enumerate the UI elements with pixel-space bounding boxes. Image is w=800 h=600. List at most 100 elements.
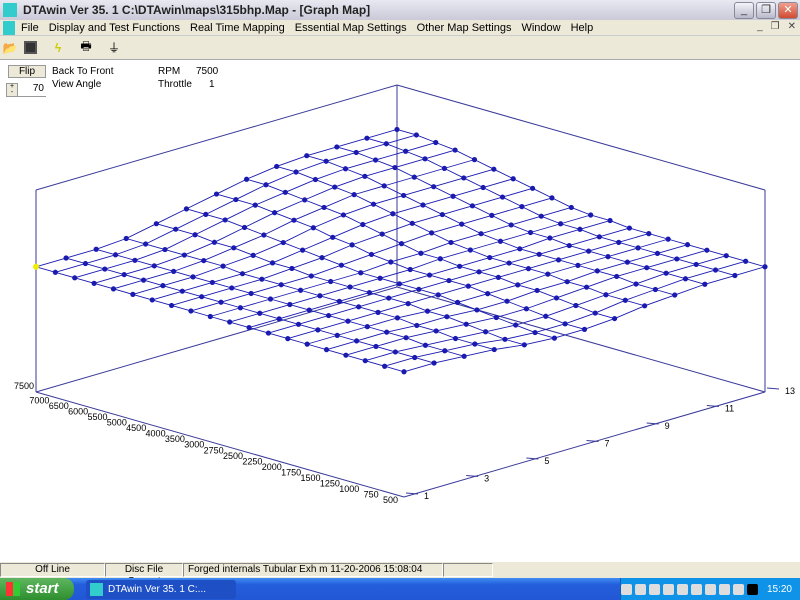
- data-point: [459, 221, 465, 227]
- start-button[interactable]: start: [0, 578, 74, 600]
- data-point: [302, 197, 308, 203]
- data-point: [549, 195, 555, 201]
- data-point: [211, 239, 218, 245]
- data-point: [207, 313, 213, 320]
- data-point: [82, 260, 89, 267]
- data-point: [209, 279, 215, 286]
- data-point: [403, 335, 409, 341]
- messenger-icon[interactable]: [690, 583, 702, 595]
- data-point: [334, 144, 340, 150]
- print-icon[interactable]: 🖶: [77, 39, 95, 57]
- security-icon[interactable]: [676, 583, 688, 595]
- data-point: [437, 256, 443, 262]
- mdi-minimize-button[interactable]: _: [757, 21, 763, 32]
- data-point: [328, 278, 334, 285]
- data-point: [250, 252, 256, 258]
- data-point: [392, 349, 398, 355]
- data-point: [269, 260, 276, 266]
- data-point: [401, 369, 407, 375]
- taskbar-item-dtawin[interactable]: DTAwin Ver 35. 1 C:...: [86, 579, 236, 599]
- rpm-tick-label: 1500: [300, 473, 320, 483]
- network-disconnected-icon[interactable]: [648, 583, 660, 595]
- mesh-line-rpm: [403, 266, 766, 373]
- antivirus-icon[interactable]: [718, 583, 730, 595]
- mesh-line-rpm: [384, 260, 746, 367]
- data-point: [360, 221, 366, 228]
- data-point: [566, 242, 572, 249]
- rpm-value: 7500: [196, 66, 219, 77]
- volume-icon[interactable]: [704, 583, 716, 595]
- data-point: [433, 139, 439, 146]
- data-point: [416, 286, 422, 292]
- surface-plot[interactable]: 500 750 1000125015001750200022502500275030…: [0, 60, 800, 562]
- data-point: [396, 281, 403, 287]
- data-point: [452, 147, 458, 153]
- menu-other-map-settings[interactable]: Other Map Settings: [417, 22, 512, 34]
- display-icon[interactable]: [662, 583, 674, 595]
- data-point: [394, 126, 400, 133]
- rpm-tick-label: 3000: [184, 440, 204, 450]
- data-point: [521, 342, 527, 348]
- status-map-info: Forged internals Tubular Exh m 11-20-200…: [183, 563, 443, 577]
- data-point: [491, 346, 497, 353]
- data-point: [300, 247, 306, 253]
- m-app-icon[interactable]: [746, 583, 758, 595]
- data-point: [229, 285, 235, 291]
- data-point: [231, 245, 237, 251]
- mdi-restore-button[interactable]: ❐: [771, 21, 780, 32]
- view-angle-input[interactable]: 70: [18, 83, 46, 97]
- data-point: [345, 318, 351, 324]
- data-point: [321, 204, 327, 211]
- data-point: [581, 326, 588, 332]
- data-point: [418, 250, 424, 256]
- battery-icon[interactable]: [732, 583, 744, 595]
- data-point: [282, 189, 288, 195]
- data-point: [102, 266, 108, 272]
- menu-window[interactable]: Window: [521, 22, 560, 34]
- data-point: [222, 217, 228, 223]
- data-point: [558, 221, 564, 227]
- window-title: DTAwin Ver 35. 1 C:\DTAwin\maps\315bhp.M…: [23, 3, 371, 17]
- menu-file[interactable]: File: [21, 22, 39, 34]
- data-point: [547, 235, 553, 241]
- data-point: [665, 236, 671, 242]
- data-point: [295, 321, 302, 327]
- menu-real-time-mapping[interactable]: Real Time Mapping: [190, 22, 285, 34]
- data-point: [248, 290, 254, 297]
- download-tool-icon[interactable]: ⏚: [105, 39, 123, 57]
- save-disk-icon[interactable]: [21, 39, 39, 57]
- data-point: [267, 296, 274, 302]
- minimize-button[interactable]: _: [734, 2, 754, 19]
- data-point: [319, 255, 325, 261]
- data-point: [435, 292, 441, 298]
- data-point: [340, 212, 347, 218]
- data-point: [332, 184, 338, 190]
- open-folder-icon[interactable]: 📂: [1, 39, 19, 57]
- data-point: [199, 294, 205, 300]
- flip-button[interactable]: Flip: [8, 65, 46, 78]
- data-point: [424, 308, 431, 314]
- data-point: [543, 313, 549, 319]
- data-point: [693, 261, 699, 268]
- data-point: [151, 263, 157, 269]
- child-window-icon[interactable]: [3, 20, 15, 35]
- rpm-tick-label: 2750: [204, 445, 224, 455]
- restore-button[interactable]: ❐: [756, 2, 776, 19]
- data-point: [353, 149, 359, 156]
- menu-help[interactable]: Help: [571, 22, 594, 34]
- app-icon[interactable]: [3, 3, 17, 17]
- close-button[interactable]: ✕: [778, 2, 798, 19]
- data-point: [553, 295, 560, 301]
- accessibility-icon[interactable]: [634, 583, 646, 595]
- menu-display-test[interactable]: Display and Test Functions: [49, 22, 180, 34]
- lightning-icon[interactable]: ϟ: [49, 39, 67, 57]
- data-point: [489, 212, 495, 218]
- network-icon[interactable]: [620, 583, 632, 595]
- menu-essential-map-settings[interactable]: Essential Map Settings: [295, 22, 407, 34]
- view-angle-spinner[interactable]: + -: [6, 83, 18, 97]
- data-point: [265, 330, 272, 336]
- data-point: [323, 158, 329, 164]
- data-point: [532, 329, 538, 336]
- mdi-close-button[interactable]: ✕: [788, 21, 796, 32]
- data-point: [91, 280, 97, 286]
